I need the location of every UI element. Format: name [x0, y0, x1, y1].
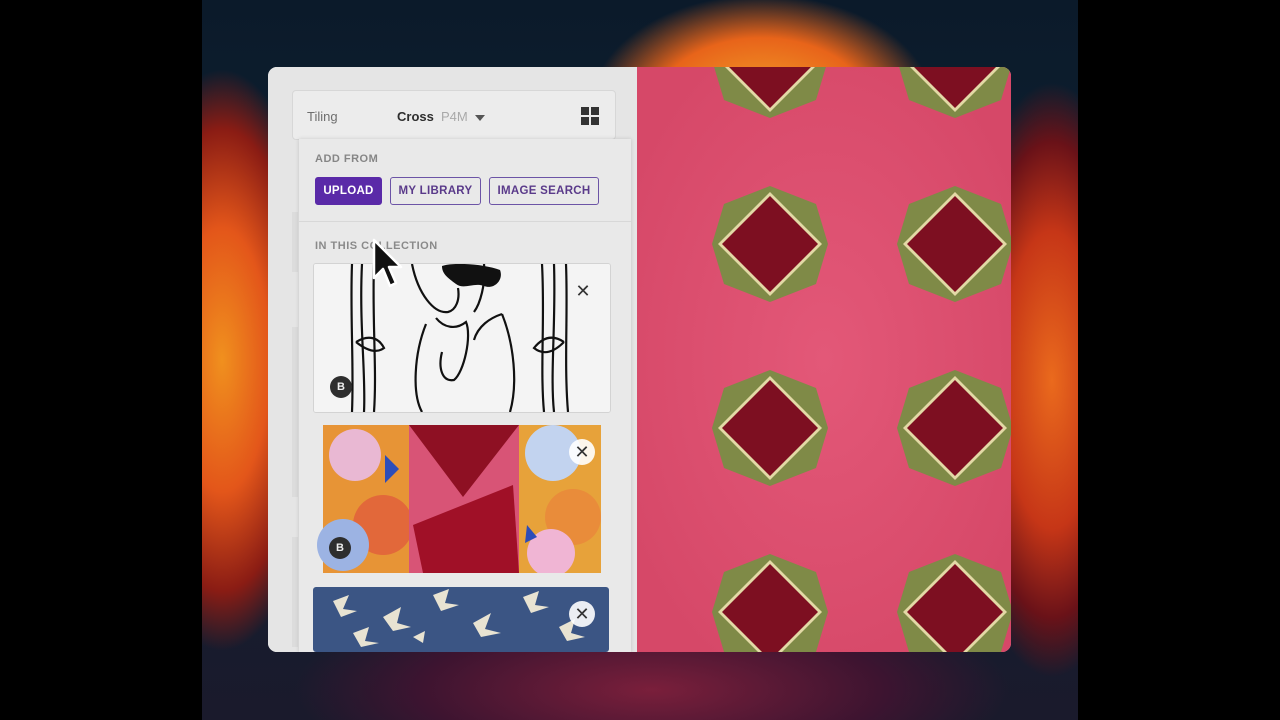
- my-library-button[interactable]: MY LIBRARY: [390, 177, 481, 205]
- tiling-value[interactable]: Cross: [397, 109, 434, 124]
- tiling-label: Tiling: [307, 109, 338, 124]
- caret-down-icon[interactable]: [475, 115, 485, 121]
- controls-pane: Tiling Cross P4M ADD FROM UPLOAD MY LIBR…: [268, 67, 637, 652]
- background-control: [292, 537, 298, 647]
- letterbox-left: [0, 0, 202, 720]
- tiling-subvalue: P4M: [441, 109, 468, 124]
- collection-item[interactable]: ✕ B: [313, 263, 611, 413]
- upload-button[interactable]: UPLOAD: [315, 177, 382, 205]
- line-drawing-thumbnail: [314, 264, 610, 412]
- add-from-heading: ADD FROM: [315, 153, 379, 165]
- app-window: Tiling Cross P4M ADD FROM UPLOAD MY LIBR…: [268, 67, 1011, 652]
- pattern-preview: [637, 67, 1011, 652]
- add-source-popup: ADD FROM UPLOAD MY LIBRARY IMAGE SEARCH …: [299, 139, 631, 652]
- tiled-pattern-preview: [637, 67, 1011, 652]
- collection-item[interactable]: ✕: [313, 587, 609, 652]
- badge-b: B: [330, 376, 352, 398]
- bird-pattern-thumbnail: [313, 587, 609, 652]
- badge-b: B: [329, 537, 351, 559]
- close-icon[interactable]: ✕: [570, 278, 596, 304]
- close-icon[interactable]: ✕: [569, 439, 595, 465]
- geometric-collage-thumbnail: [317, 425, 601, 573]
- close-icon[interactable]: ✕: [569, 601, 595, 627]
- background-control: [292, 327, 298, 497]
- mouse-cursor-icon: [372, 238, 403, 288]
- divider: [299, 221, 631, 222]
- collection-item[interactable]: ✕ B: [313, 425, 609, 573]
- grid-icon[interactable]: [581, 107, 599, 125]
- image-search-button[interactable]: IMAGE SEARCH: [489, 177, 599, 205]
- letterbox-right: [1078, 0, 1280, 720]
- tiling-selector[interactable]: Tiling Cross P4M: [292, 90, 616, 140]
- background-control: [292, 212, 298, 272]
